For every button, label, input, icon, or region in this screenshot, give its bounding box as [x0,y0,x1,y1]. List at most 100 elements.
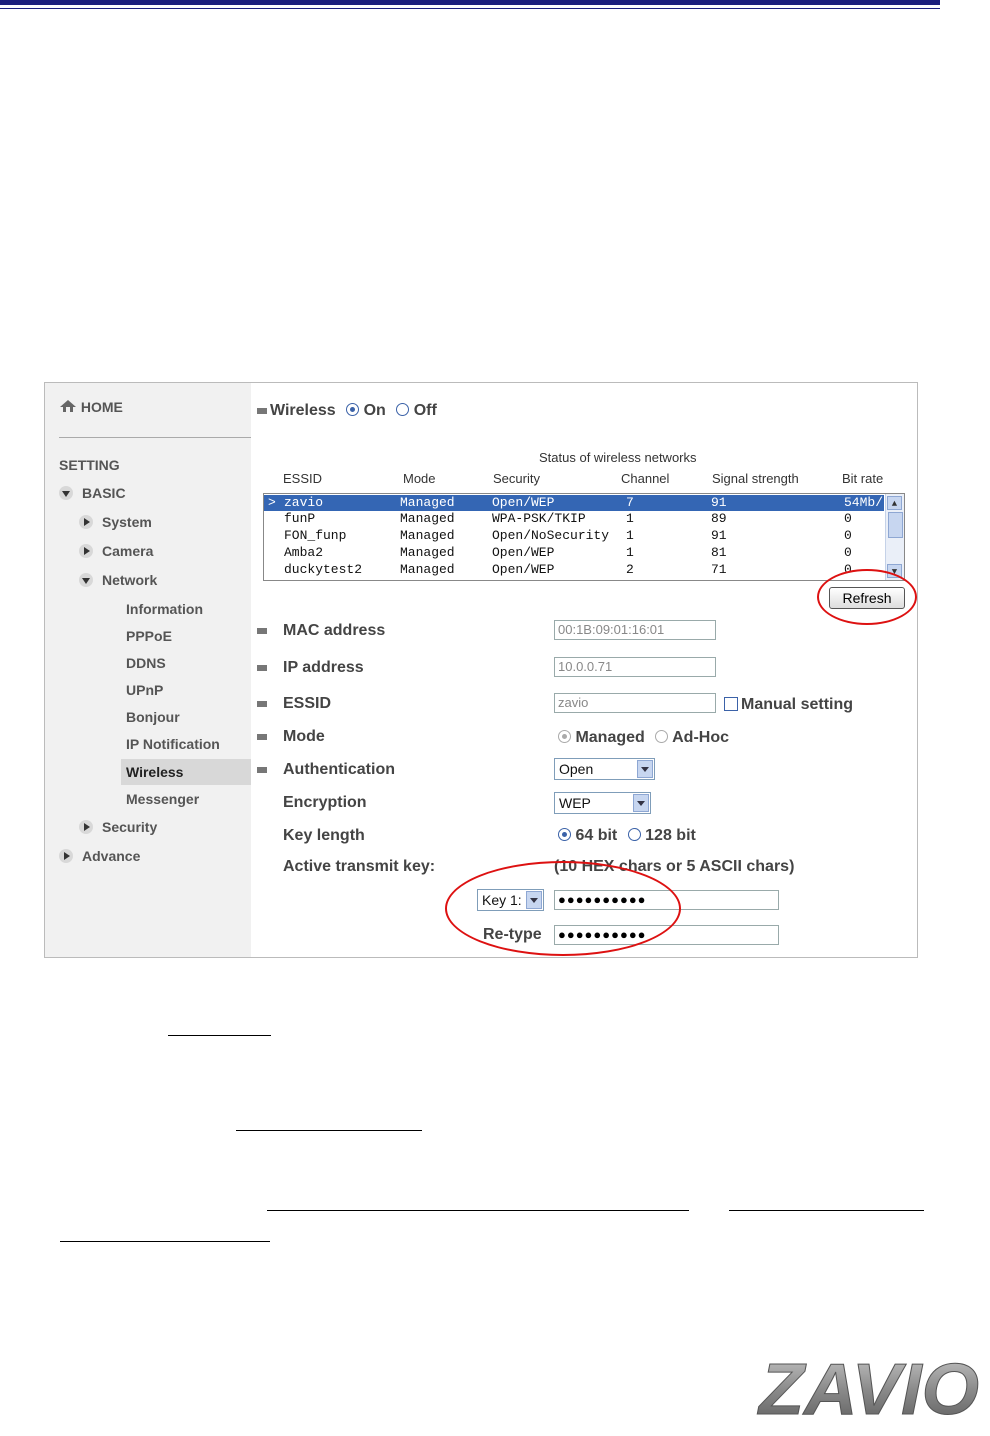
sidebar-item-ddns[interactable]: DDNS [126,655,166,671]
manual-setting-checkbox[interactable] [724,697,738,711]
row-security: Open/WEP [492,495,555,510]
sidebar-item-information[interactable]: Information [126,601,203,617]
col-security: Security [493,471,540,486]
essid-field[interactable]: zavio [554,693,716,713]
header-bar [0,0,940,5]
row-signal: 71 [711,562,727,577]
row-mode: Managed [400,495,455,510]
wireless-on-radio[interactable] [346,403,360,416]
ip-label: IP address [283,659,364,676]
mac-label: MAC address [283,622,386,639]
sidebar-item-system[interactable]: System [79,514,152,530]
auth-select[interactable]: Open [554,758,655,780]
col-channel: Channel [621,471,670,486]
scroll-thumb[interactable] [888,512,903,538]
network-row[interactable]: Amba2 Managed Open/WEP 1 81 0 [264,545,884,561]
sidebar-item-basic[interactable]: BASIC [59,485,126,501]
row-essid: duckytest2 [284,562,363,577]
row-bitrate: 0 [844,511,852,526]
sidebar-home[interactable]: HOME [59,399,123,415]
sidebar-item-bonjour[interactable]: Bonjour [126,709,180,725]
encryption-select-value: WEP [559,795,591,811]
sidebar-item-wireless[interactable]: Wireless [121,759,251,785]
sidebar-item-label: Camera [102,543,154,559]
network-row[interactable]: funP Managed WPA-PSK/TKIP 1 89 0 [264,511,884,527]
sidebar: HOME SETTING BASIC System Camera Network… [45,383,251,957]
text-underline [60,1241,270,1242]
wireless-off-label: Off [413,402,437,419]
bullet-icon [257,701,267,707]
manual-setting-row: Manual setting [724,696,853,714]
bullet-icon [257,408,267,414]
row-channel: 1 [626,545,634,560]
networks-list[interactable]: > zavio Managed Open/WEP 7 91 54Mb/ funP… [263,493,905,581]
col-mode: Mode [403,471,436,486]
row-essid: FON_funp [284,528,347,543]
sidebar-item-camera[interactable]: Camera [79,543,153,559]
row-bitrate: 54Mb/ [844,495,884,510]
keylength-label: Key length [283,827,365,844]
sidebar-item-label: Advance [82,848,141,864]
col-signal: Signal strength [712,471,799,486]
text-underline [729,1210,924,1211]
sidebar-item-messenger[interactable]: Messenger [126,791,199,807]
row-mode: Managed [400,528,455,543]
encryption-label: Encryption [283,794,367,811]
logo-graphic: ZAVIO [756,1350,979,1431]
chevron-down-icon [59,486,73,500]
row-channel: 2 [626,562,634,577]
row-bitrate: 0 [844,545,852,560]
encryption-select[interactable]: WEP [554,792,651,814]
row-mode: Managed [400,562,455,577]
sidebar-item-upnp[interactable]: UPnP [126,682,163,698]
annotation-circle-refresh [817,569,917,625]
bullet-icon [257,628,267,634]
networks-scrollbar[interactable]: ▲ ▼ [885,494,904,580]
text-underline [168,1035,271,1036]
wireless-on-label: On [363,402,386,419]
sidebar-item-security[interactable]: Security [79,819,157,835]
row-essid: funP [284,511,316,526]
wireless-off-radio[interactable] [396,403,410,416]
keylength-128-radio[interactable] [627,828,641,841]
row-mode: Managed [400,511,455,526]
chevron-right-icon [79,515,93,529]
essid-label: ESSID [283,695,332,712]
network-row[interactable]: > zavio Managed Open/WEP 7 91 54Mb/ [264,495,884,511]
network-row[interactable]: FON_funp Managed Open/NoSecurity 1 91 0 [264,528,884,544]
manual-setting-label: Manual setting [741,696,854,713]
mode-label: Mode [283,728,325,745]
row-channel: 7 [626,495,634,510]
mode-adhoc-label: Ad-Hoc [672,729,729,746]
mac-field: 00:1B:09:01:16:01 [554,620,716,640]
sidebar-item-pppoe[interactable]: PPPoE [126,628,172,644]
row-signal: 91 [711,495,727,510]
row-essid: Amba2 [284,545,324,560]
keylength-64-radio[interactable] [558,828,571,841]
sidebar-item-label: System [102,514,152,530]
wireless-toggle-row: Wireless On Off [270,402,437,420]
mode-managed-radio[interactable] [558,730,571,743]
chevron-down-icon [79,573,93,587]
chevron-down-icon [633,794,649,812]
row-signal: 89 [711,511,727,526]
row-bitrate: 0 [844,528,852,543]
row-signal: 91 [711,528,727,543]
mode-managed-label: Managed [575,729,645,746]
mode-options: Managed Ad-Hoc [558,729,729,747]
text-underline [236,1130,422,1131]
sidebar-item-network[interactable]: Network [79,572,157,588]
auth-select-value: Open [559,761,594,777]
networks-title: Status of wireless networks [539,450,697,465]
sidebar-item-ip-notification[interactable]: IP Notification [126,736,220,752]
network-row[interactable]: duckytest2 Managed Open/WEP 2 71 0 [264,562,884,578]
sidebar-item-advance[interactable]: Advance [59,848,140,864]
home-icon [60,400,76,412]
sidebar-item-label: Network [102,572,158,588]
zavio-logo: ZAVIO [755,1348,985,1431]
row-security: Open/WEP [492,545,555,560]
row-channel: 1 [626,511,634,526]
svg-text:ZAVIO: ZAVIO [757,1350,979,1424]
mode-adhoc-radio[interactable] [655,730,669,743]
scroll-up-icon[interactable]: ▲ [887,496,902,510]
